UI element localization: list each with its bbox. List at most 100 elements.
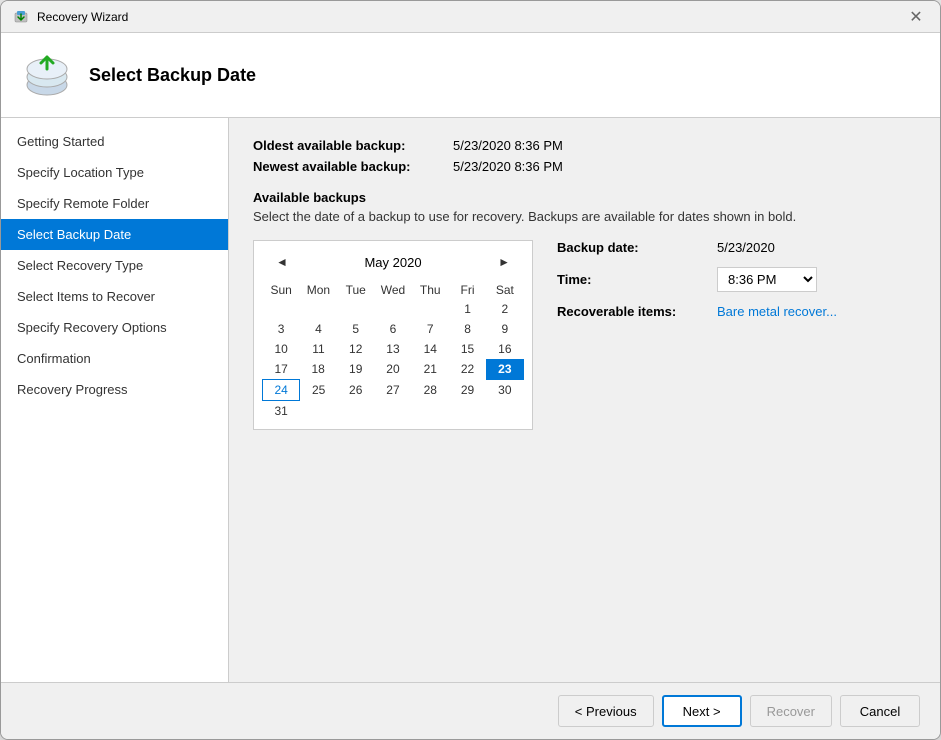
recoverable-items-row: Recoverable items: Bare metal recover... — [557, 304, 916, 319]
backup-date-label: Backup date: — [557, 240, 717, 255]
oldest-backup-row: Oldest available backup: 5/23/2020 8:36 … — [253, 138, 916, 153]
time-label: Time: — [557, 272, 717, 287]
calendar-next-button[interactable]: ► — [492, 253, 516, 271]
calendar-cell[interactable]: 19 — [337, 359, 374, 380]
page-title: Select Backup Date — [89, 65, 256, 86]
calendar-cell[interactable]: 5 — [337, 319, 374, 339]
calendar-cell — [486, 401, 523, 422]
calendar-cell[interactable]: 3 — [263, 319, 300, 339]
sidebar-item-select-items-to-recover[interactable]: Select Items to Recover — [1, 281, 228, 312]
calendar-cell[interactable]: 15 — [449, 339, 486, 359]
oldest-backup-label: Oldest available backup: — [253, 138, 453, 153]
calendar-cell[interactable]: 9 — [486, 319, 523, 339]
sidebar-item-specify-remote-folder[interactable]: Specify Remote Folder — [1, 188, 228, 219]
title-bar: Recovery Wizard ✕ — [1, 1, 940, 33]
oldest-backup-value: 5/23/2020 8:36 PM — [453, 138, 563, 153]
calendar-grid: SunMonTueWedThuFriSat 123456789101112131… — [262, 281, 524, 421]
calendar-day-header-fri: Fri — [449, 281, 486, 299]
calendar-cell — [337, 401, 374, 422]
available-backups-desc: Select the date of a backup to use for r… — [253, 209, 916, 224]
calendar-cell[interactable]: 18 — [300, 359, 337, 380]
title-bar-text: Recovery Wizard — [37, 10, 904, 24]
calendar-cell[interactable]: 2 — [486, 299, 523, 319]
calendar-prev-button[interactable]: ◄ — [270, 253, 294, 271]
cancel-button[interactable]: Cancel — [840, 695, 920, 727]
time-row: Time: 8:36 PM — [557, 267, 916, 292]
calendar-cell[interactable]: 6 — [374, 319, 411, 339]
calendar-cell — [374, 401, 411, 422]
calendar-cell[interactable]: 28 — [412, 380, 449, 401]
sidebar: Getting StartedSpecify Location TypeSpec… — [1, 118, 229, 682]
sidebar-item-recovery-progress[interactable]: Recovery Progress — [1, 374, 228, 405]
recoverable-items-link[interactable]: Bare metal recover... — [717, 304, 837, 319]
calendar-cell[interactable]: 30 — [486, 380, 523, 401]
calendar-cell[interactable]: 20 — [374, 359, 411, 380]
newest-backup-row: Newest available backup: 5/23/2020 8:36 … — [253, 159, 916, 174]
calendar-cell[interactable]: 7 — [412, 319, 449, 339]
header-icon — [21, 49, 73, 101]
calendar-cell[interactable]: 1 — [449, 299, 486, 319]
calendar-day-header-tue: Tue — [337, 281, 374, 299]
calendar-day-header-sat: Sat — [486, 281, 523, 299]
calendar-cell[interactable]: 10 — [263, 339, 300, 359]
calendar-day-header-mon: Mon — [300, 281, 337, 299]
recoverable-items-label: Recoverable items: — [557, 304, 717, 319]
previous-button[interactable]: < Previous — [558, 695, 654, 727]
calendar-day-header-sun: Sun — [263, 281, 300, 299]
newest-backup-value: 5/23/2020 8:36 PM — [453, 159, 563, 174]
sidebar-item-confirmation[interactable]: Confirmation — [1, 343, 228, 374]
sidebar-item-getting-started[interactable]: Getting Started — [1, 126, 228, 157]
available-backups-title: Available backups — [253, 190, 916, 205]
calendar-cell — [263, 299, 300, 319]
footer: < Previous Next > Recover Cancel — [1, 682, 940, 739]
time-select[interactable]: 8:36 PM — [717, 267, 817, 292]
calendar-cell[interactable]: 11 — [300, 339, 337, 359]
calendar-cell — [412, 401, 449, 422]
calendar-cell[interactable]: 4 — [300, 319, 337, 339]
calendar-cell[interactable]: 12 — [337, 339, 374, 359]
calendar-cell[interactable]: 17 — [263, 359, 300, 380]
recover-button[interactable]: Recover — [750, 695, 832, 727]
calendar-cell[interactable]: 22 — [449, 359, 486, 380]
calendar-day-header-thu: Thu — [412, 281, 449, 299]
sidebar-item-specify-recovery-options[interactable]: Specify Recovery Options — [1, 312, 228, 343]
next-button[interactable]: Next > — [662, 695, 742, 727]
calendar-cell[interactable]: 14 — [412, 339, 449, 359]
main-content: Getting StartedSpecify Location TypeSpec… — [1, 118, 940, 682]
calendar-cell — [300, 401, 337, 422]
calendar-container: ◄ May 2020 ► SunMonTueWedThuFriSat 12345… — [253, 240, 533, 430]
sidebar-item-select-backup-date[interactable]: Select Backup Date — [1, 219, 228, 250]
sidebar-item-select-recovery-type[interactable]: Select Recovery Type — [1, 250, 228, 281]
calendar-cell[interactable]: 31 — [263, 401, 300, 422]
calendar-cell[interactable]: 13 — [374, 339, 411, 359]
newest-backup-label: Newest available backup: — [253, 159, 453, 174]
calendar-month-title: May 2020 — [364, 255, 421, 270]
calendar-and-details: ◄ May 2020 ► SunMonTueWedThuFriSat 12345… — [253, 240, 916, 430]
calendar-cell[interactable]: 21 — [412, 359, 449, 380]
backup-date-value: 5/23/2020 — [717, 240, 775, 255]
calendar-cell[interactable]: 26 — [337, 380, 374, 401]
calendar-cell[interactable]: 27 — [374, 380, 411, 401]
calendar-cell[interactable]: 16 — [486, 339, 523, 359]
calendar-cell[interactable]: 23 — [486, 359, 523, 380]
calendar-cell[interactable]: 24 — [263, 380, 300, 401]
calendar-cell — [374, 299, 411, 319]
content-area: Oldest available backup: 5/23/2020 8:36 … — [229, 118, 940, 682]
calendar-cell — [337, 299, 374, 319]
calendar-header: ◄ May 2020 ► — [262, 249, 524, 275]
calendar-cell — [300, 299, 337, 319]
sidebar-item-specify-location-type[interactable]: Specify Location Type — [1, 157, 228, 188]
calendar-cell[interactable]: 8 — [449, 319, 486, 339]
details-panel: Backup date: 5/23/2020 Time: 8:36 PM Rec… — [557, 240, 916, 331]
header-area: Select Backup Date — [1, 33, 940, 118]
calendar-cell[interactable]: 25 — [300, 380, 337, 401]
available-backups-section: Available backups Select the date of a b… — [253, 190, 916, 430]
recovery-wizard-window: Recovery Wizard ✕ Select Backup Date Get… — [0, 0, 941, 740]
wizard-icon — [13, 9, 29, 25]
calendar-cell — [449, 401, 486, 422]
calendar-cell[interactable]: 29 — [449, 380, 486, 401]
calendar-day-header-wed: Wed — [374, 281, 411, 299]
backup-date-row: Backup date: 5/23/2020 — [557, 240, 916, 255]
close-button[interactable]: ✕ — [904, 5, 928, 29]
calendar-cell — [412, 299, 449, 319]
